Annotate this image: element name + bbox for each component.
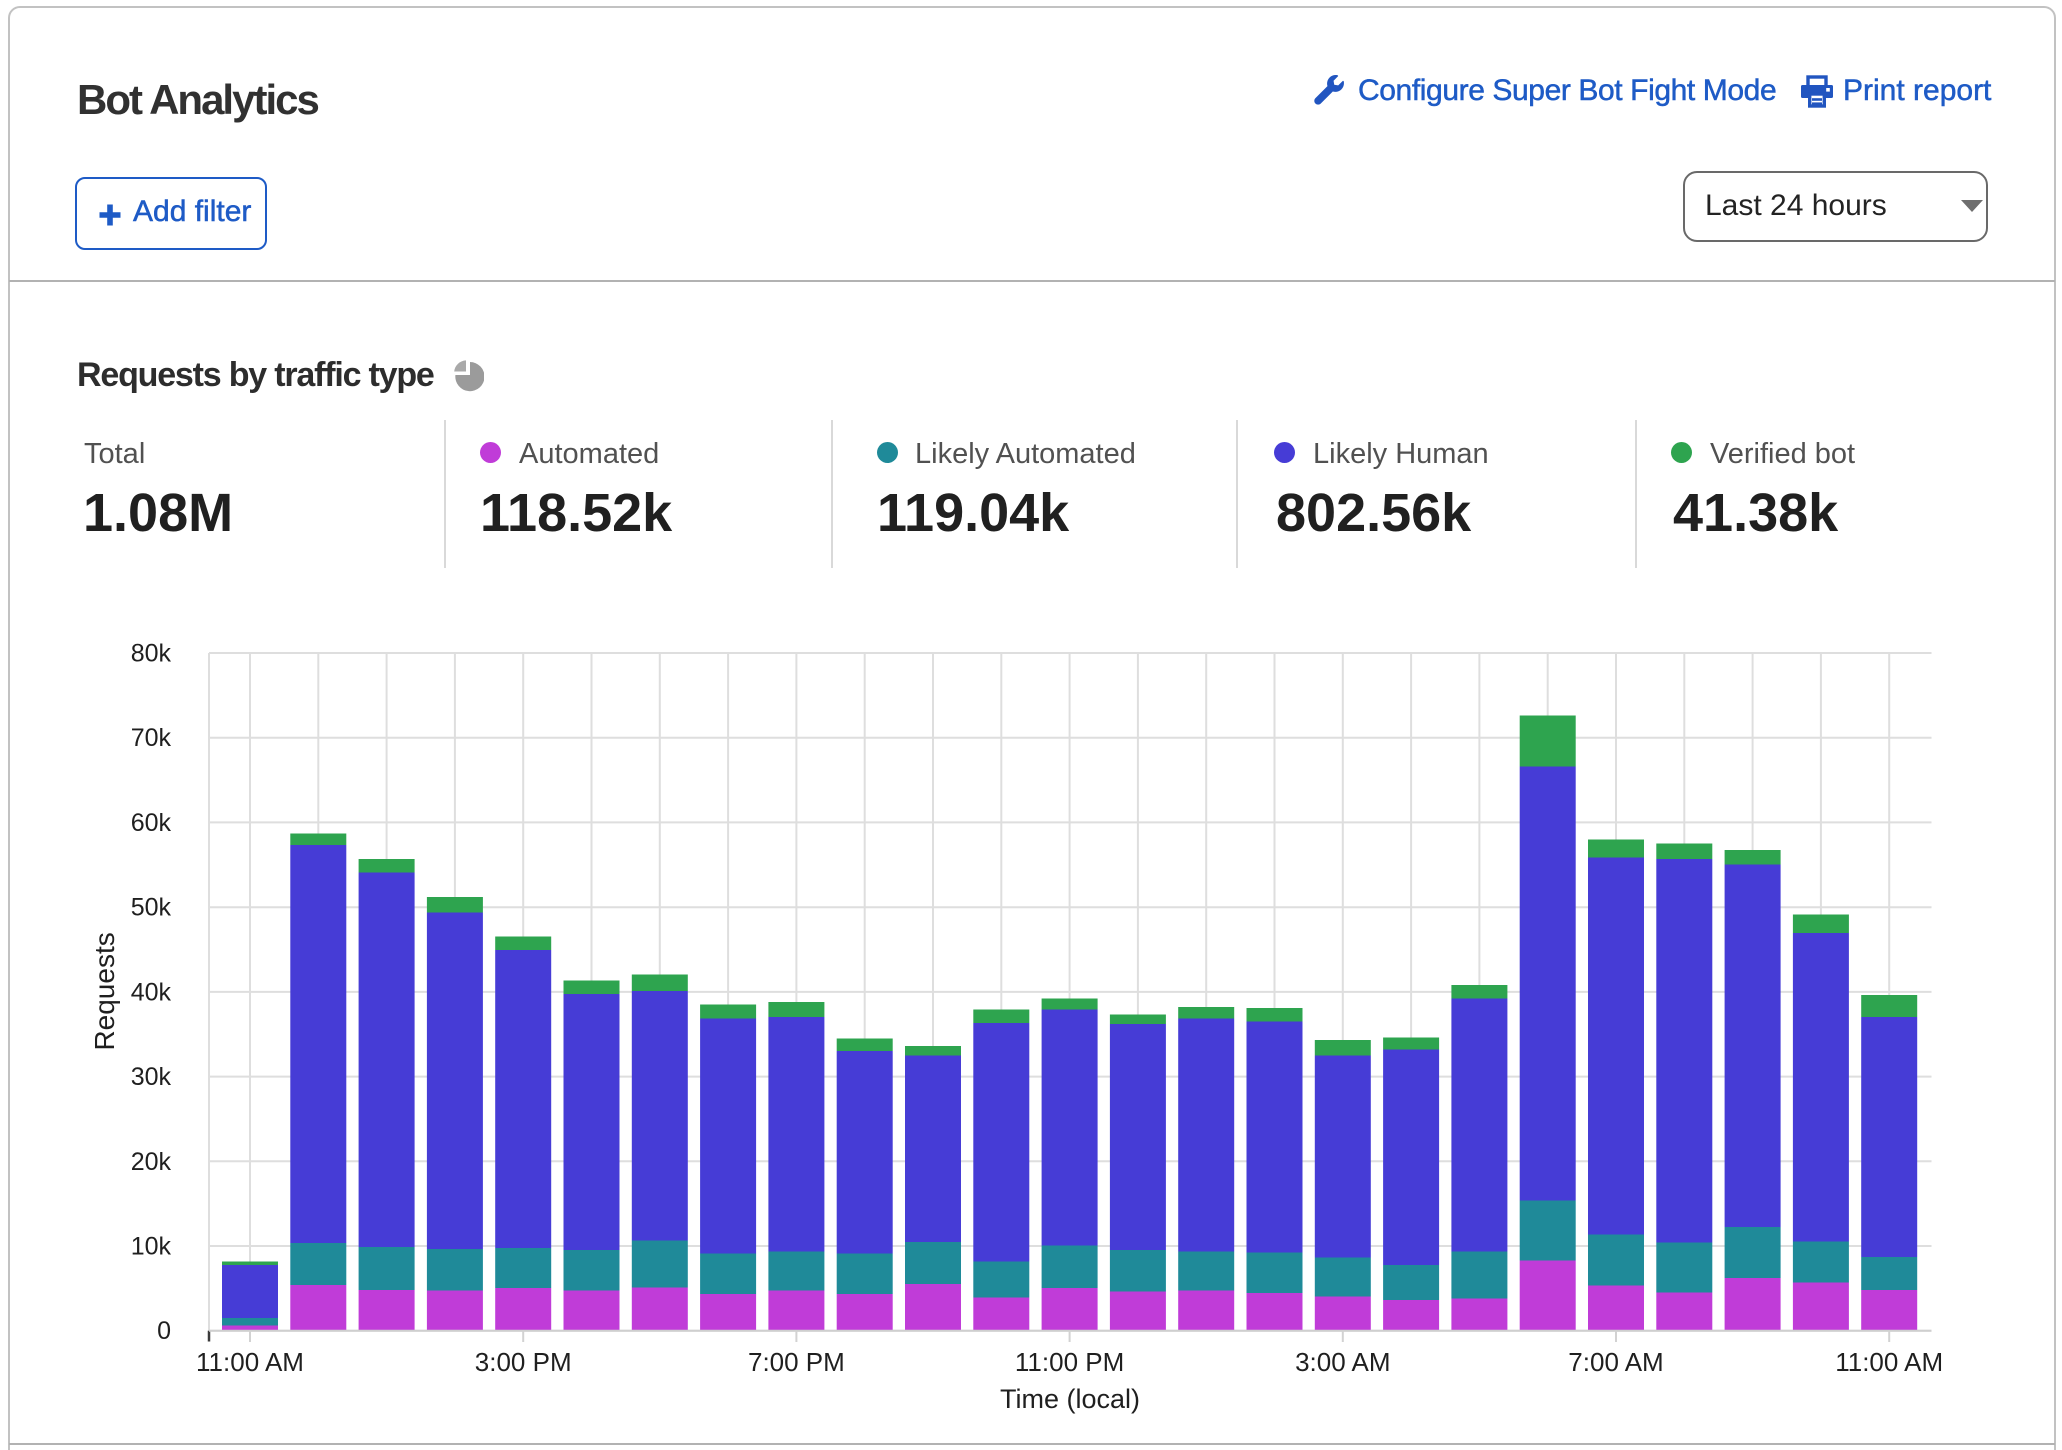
svg-text:11:00 AM: 11:00 AM — [1835, 1347, 1943, 1377]
svg-text:Requests: Requests — [89, 932, 120, 1050]
svg-text:20k: 20k — [131, 1148, 172, 1176]
svg-text:80k: 80k — [131, 640, 172, 668]
svg-text:7:00 AM: 7:00 AM — [1568, 1347, 1663, 1377]
svg-text:7:00 PM: 7:00 PM — [748, 1347, 845, 1377]
svg-text:50k: 50k — [131, 894, 172, 922]
svg-text:3:00 AM: 3:00 AM — [1295, 1347, 1390, 1377]
svg-text:60k: 60k — [131, 809, 172, 837]
svg-text:11:00 PM: 11:00 PM — [1015, 1347, 1124, 1377]
svg-text:Time (local): Time (local) — [1000, 1384, 1140, 1414]
svg-text:40k: 40k — [131, 978, 172, 1006]
svg-text:0: 0 — [157, 1317, 171, 1345]
svg-text:11:00 AM: 11:00 AM — [196, 1347, 304, 1377]
svg-text:70k: 70k — [131, 724, 172, 752]
svg-text:3:00 PM: 3:00 PM — [475, 1347, 572, 1377]
svg-text:30k: 30k — [131, 1063, 172, 1091]
svg-text:10k: 10k — [131, 1233, 172, 1261]
